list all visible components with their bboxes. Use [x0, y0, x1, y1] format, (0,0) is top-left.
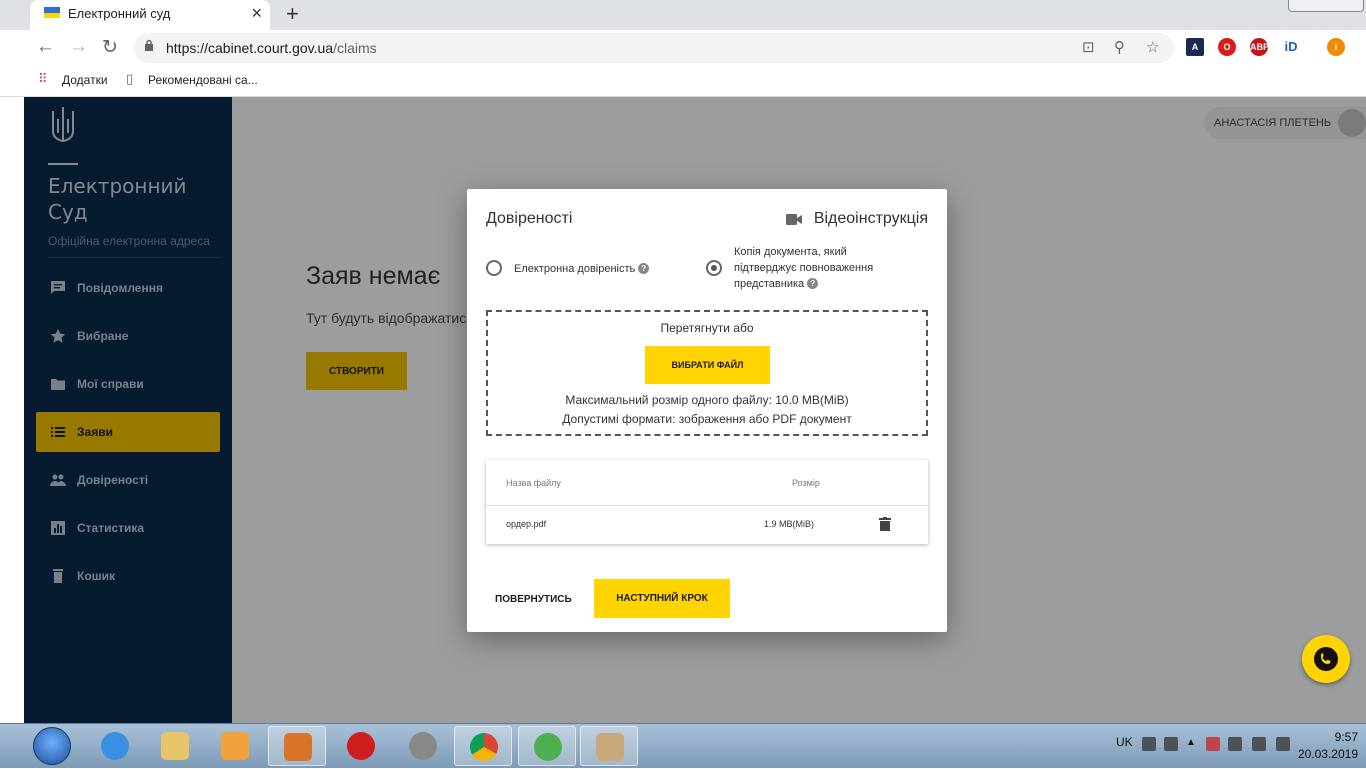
- delete-file-icon[interactable]: [879, 517, 891, 531]
- max-size-text: Максимальний розмір одного файлу: 10.0 M…: [565, 393, 849, 407]
- file-name-cell: ордер.pdf: [506, 519, 547, 529]
- profile-avatar-icon[interactable]: i: [1327, 38, 1345, 56]
- taskbar-media[interactable]: [206, 726, 264, 766]
- clock-date: 20.03.2019: [1297, 747, 1358, 761]
- video-instruction-link[interactable]: Відеоінструкція: [785, 210, 928, 228]
- new-tab-icon[interactable]: +: [286, 1, 299, 27]
- back-arrow-icon[interactable]: ←: [36, 36, 55, 58]
- url-text: https://cabinet.court.gov.ua/claims: [166, 40, 377, 56]
- ukraine-flag-icon: [44, 7, 60, 18]
- extension-icon[interactable]: A: [1186, 38, 1204, 56]
- bookmarks-bar: ⠿ Додатки ▯ Рекомендовані са...: [0, 66, 1366, 97]
- start-button[interactable]: [33, 727, 71, 765]
- windows-taskbar: UK ▲ 9:57 20.03.2019: [0, 723, 1366, 768]
- radio-document-copy[interactable]: [706, 260, 722, 276]
- zoom-icon[interactable]: ⚲: [1114, 38, 1125, 56]
- taskbar-photos[interactable]: [268, 726, 326, 766]
- video-camera-icon: [785, 214, 802, 225]
- taskbar-chrome[interactable]: [454, 726, 512, 766]
- paint-icon: [596, 733, 624, 761]
- taskbar-explorer[interactable]: [146, 726, 204, 766]
- translate-icon[interactable]: ⊡: [1082, 38, 1095, 56]
- keyboard-icon[interactable]: [1142, 737, 1156, 751]
- radio-electronic-label: Електронна довіреність?: [514, 261, 650, 277]
- action-center-icon[interactable]: [1206, 737, 1220, 751]
- taskbar-ie[interactable]: [86, 726, 144, 766]
- show-hidden-icons-icon[interactable]: ▲: [1186, 737, 1200, 751]
- radio-electronic-poa[interactable]: [486, 260, 502, 276]
- call-button[interactable]: [1302, 635, 1350, 683]
- window-controls[interactable]: [1288, 0, 1364, 12]
- formats-text: Допустимі формати: зображення або PDF до…: [562, 412, 852, 426]
- opera-icon: [347, 732, 375, 760]
- forward-arrow-icon[interactable]: →: [69, 36, 88, 58]
- utorrent-icon: [534, 733, 562, 761]
- powers-of-attorney-dialog: Довіреності Відеоінструкція Електронна д…: [467, 189, 947, 632]
- system-tray: UK ▲ 9:57 20.03.2019: [1110, 724, 1366, 769]
- browser-tab-strip: Електронний суд × +: [0, 0, 1366, 30]
- help-icon[interactable]: ?: [807, 278, 819, 289]
- next-step-button[interactable]: НАСТУПНИЙ КРОК: [594, 579, 730, 618]
- volume-icon[interactable]: [1276, 737, 1290, 751]
- bookmark-recommended[interactable]: Рекомендовані са...: [148, 73, 258, 87]
- page-icon: ▯: [126, 71, 134, 86]
- taskbar-opera[interactable]: [332, 726, 390, 766]
- signal-icon[interactable]: [1252, 737, 1266, 751]
- address-bar[interactable]: https://cabinet.court.gov.ua/claims ⊡ ⚲ …: [134, 33, 1174, 63]
- files-table: Назва файлу Розмір ордер.pdf 1.9 MB(MiB): [486, 460, 928, 544]
- film-reel-icon: [409, 732, 437, 760]
- chrome-icon: [470, 733, 498, 761]
- media-player-icon: [221, 732, 249, 760]
- choose-file-button[interactable]: ВИБРАТИ ФАЙЛ: [645, 346, 770, 384]
- adblock-icon[interactable]: ABP: [1250, 38, 1269, 56]
- video-instruction-label: Відеоінструкція: [813, 210, 928, 227]
- help-icon[interactable]: ?: [638, 263, 650, 274]
- opera-ext-icon[interactable]: O: [1218, 38, 1236, 56]
- reload-icon[interactable]: ↻: [102, 36, 118, 59]
- browser-tab[interactable]: Електронний суд ×: [30, 0, 270, 30]
- language-indicator[interactable]: UK: [1116, 735, 1133, 749]
- internet-explorer-icon: [101, 732, 129, 760]
- drop-hint: Перетягнути або: [660, 321, 754, 335]
- lock-icon: [145, 39, 153, 51]
- id-extension-icon[interactable]: iD: [1282, 38, 1300, 56]
- network-icon[interactable]: [1164, 737, 1178, 751]
- table-divider: [486, 505, 928, 506]
- bookmark-apps[interactable]: Додатки: [62, 73, 108, 87]
- photos-icon: [284, 733, 312, 761]
- radio-document-copy-label: Копія документа, який підтверджує повнов…: [734, 246, 874, 290]
- clock[interactable]: 9:57 20.03.2019: [1298, 729, 1358, 763]
- column-header-size: Розмір: [792, 478, 820, 488]
- tab-title: Електронний суд: [68, 6, 171, 21]
- back-button[interactable]: ПОВЕРНУТИСЬ: [486, 580, 576, 618]
- taskbar-film[interactable]: [394, 726, 452, 766]
- taskbar-paint[interactable]: [580, 726, 638, 766]
- phone-icon: [1314, 647, 1338, 671]
- column-header-name: Назва файлу: [506, 478, 561, 488]
- taskbar-utorrent[interactable]: [518, 726, 576, 766]
- battery-icon[interactable]: [1228, 737, 1242, 751]
- dialog-title: Довіреності: [486, 210, 573, 227]
- browser-toolbar: ← → ↻ https://cabinet.court.gov.ua/claim…: [0, 30, 1366, 66]
- apps-grid-icon[interactable]: ⠿: [38, 71, 48, 87]
- clock-time: 9:57: [1334, 730, 1358, 744]
- file-size-cell: 1.9 MB(MiB): [764, 519, 815, 529]
- file-drop-zone[interactable]: Перетягнути або ВИБРАТИ ФАЙЛ Максимальни…: [486, 310, 928, 436]
- tab-close-icon[interactable]: ×: [251, 3, 262, 24]
- folder-icon: [161, 732, 189, 760]
- bookmark-star-icon[interactable]: ☆: [1146, 38, 1159, 56]
